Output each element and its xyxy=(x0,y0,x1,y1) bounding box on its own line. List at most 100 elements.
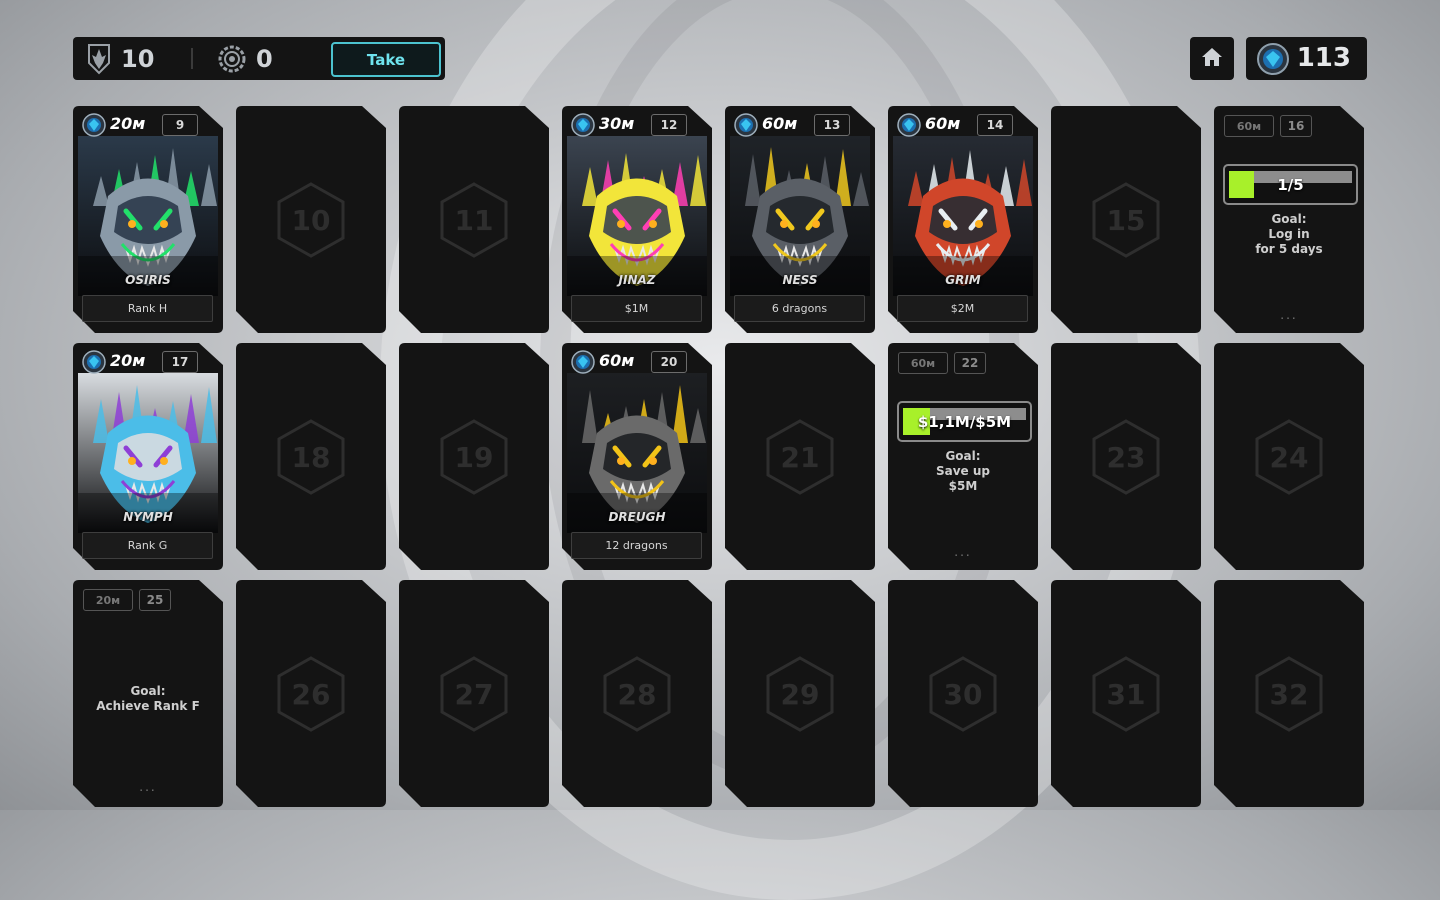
dragon-portrait xyxy=(893,136,1033,296)
dragon-name: NESS xyxy=(782,273,818,287)
resource-bar: 10 0 Take xyxy=(73,37,445,80)
locked-card[interactable]: 18 xyxy=(236,343,386,570)
dragon-portrait xyxy=(78,136,218,296)
more-dots: ... xyxy=(1280,308,1298,322)
locked-card[interactable]: 27 xyxy=(399,580,549,807)
reward-label: Rank G xyxy=(82,532,213,559)
dragon-card[interactable]: 60м 20 DREUGH 12 dragons xyxy=(562,343,712,570)
card-number: 30 xyxy=(943,677,983,711)
card-cost: 60м xyxy=(925,114,961,133)
goal-text: Goal: Achieve Rank F xyxy=(73,684,223,714)
card-index: 17 xyxy=(162,351,198,373)
goal-card[interactable]: 60м 22 $1,1M/$5M Goal: Save up $5M... xyxy=(888,343,1038,570)
token-count-value: 0 xyxy=(256,44,273,73)
more-dots: ... xyxy=(139,780,157,794)
dragon-portrait xyxy=(567,136,707,296)
blue-gem-icon xyxy=(571,113,595,141)
card-number: 18 xyxy=(291,440,331,474)
card-number: 27 xyxy=(454,677,494,711)
reward-label: Rank H xyxy=(82,295,213,322)
locked-card[interactable]: 31 xyxy=(1051,580,1201,807)
card-index: 22 xyxy=(954,352,986,374)
dragon-card[interactable]: 60м 13 NESS 6 dragons xyxy=(725,106,875,333)
card-number: 10 xyxy=(291,203,331,237)
blue-gem-icon xyxy=(734,113,758,141)
blue-gem-icon xyxy=(571,350,595,378)
card-index: 12 xyxy=(651,114,687,136)
token-count: 0 xyxy=(218,37,273,80)
reward-label: 12 dragons xyxy=(571,532,702,559)
locked-card[interactable]: 11 xyxy=(399,106,549,333)
progress-bar: $1,1M/$5M xyxy=(897,401,1032,442)
dragon-card[interactable]: 30м 12 JINAZ $1M xyxy=(562,106,712,333)
dragon-count: 10 xyxy=(87,37,154,80)
blue-gem-icon xyxy=(82,113,106,141)
home-button[interactable] xyxy=(1190,37,1234,80)
gem-balance: 113 xyxy=(1246,37,1367,80)
more-dots: ... xyxy=(954,545,972,559)
dragon-portrait xyxy=(78,373,218,533)
locked-card[interactable]: 32 xyxy=(1214,580,1364,807)
locked-card[interactable]: 28 xyxy=(562,580,712,807)
goal-line: $5M xyxy=(948,479,978,493)
card-cost: 20м xyxy=(110,351,146,370)
card-cost: 30м xyxy=(599,114,635,133)
card-index: 20 xyxy=(651,351,687,373)
goal-text: Goal: Save up $5M xyxy=(888,449,1038,494)
locked-card[interactable]: 10 xyxy=(236,106,386,333)
take-button[interactable]: Take xyxy=(331,42,441,77)
dragon-name: GRIM xyxy=(945,273,981,287)
card-number: 24 xyxy=(1269,440,1309,474)
card-number: 15 xyxy=(1106,203,1146,237)
goal-line: Log in xyxy=(1268,227,1310,241)
card-number: 26 xyxy=(291,677,331,711)
reward-label: $2M xyxy=(897,295,1028,322)
card-number: 23 xyxy=(1106,440,1146,474)
dragon-name: NYMPH xyxy=(123,510,173,524)
dragon-card[interactable]: 20м 9 OSIRIS Rank H xyxy=(73,106,223,333)
goal-label: Goal: xyxy=(1271,212,1307,226)
goal-label: Goal: xyxy=(130,684,166,698)
card-number: 11 xyxy=(454,203,494,237)
goal-line: for 5 days xyxy=(1255,242,1323,256)
card-index: 13 xyxy=(814,114,850,136)
goal-line: Achieve Rank F xyxy=(96,699,200,713)
locked-card[interactable]: 26 xyxy=(236,580,386,807)
card-number: 31 xyxy=(1106,677,1146,711)
locked-card[interactable]: 24 xyxy=(1214,343,1364,570)
locked-card[interactable]: 15 xyxy=(1051,106,1201,333)
home-icon xyxy=(1201,47,1223,71)
locked-card[interactable]: 21 xyxy=(725,343,875,570)
dragon-portrait xyxy=(730,136,870,296)
dragon-name: OSIRIS xyxy=(125,273,171,287)
dragon-card[interactable]: 20м 17 NYMPH Rank G xyxy=(73,343,223,570)
dragon-portrait xyxy=(567,373,707,533)
dragon-card[interactable]: 60м 14 GRIM $2M xyxy=(888,106,1038,333)
locked-card[interactable]: 30 xyxy=(888,580,1038,807)
dragon-name: DREUGH xyxy=(608,510,666,524)
card-cost: 60м xyxy=(762,114,798,133)
progress-bar: 1/5 xyxy=(1223,164,1358,205)
goal-line: Save up xyxy=(935,464,990,478)
goal-card[interactable]: 60м 16 1/5 Goal: Log in for 5 days... xyxy=(1214,106,1364,333)
locked-card[interactable]: 29 xyxy=(725,580,875,807)
reward-label: $1M xyxy=(571,295,702,322)
progress-text: 1/5 xyxy=(1277,175,1304,194)
gem-balance-value: 113 xyxy=(1296,43,1351,73)
card-number: 32 xyxy=(1269,677,1309,711)
gear-coin-icon xyxy=(218,45,246,73)
goal-card[interactable]: 20м 25 Goal: Achieve Rank F... xyxy=(73,580,223,807)
progress-text: $1,1M/$5M xyxy=(917,412,1012,431)
dragon-count-value: 10 xyxy=(121,44,155,73)
goal-text: Goal: Log in for 5 days xyxy=(1214,212,1364,257)
locked-card[interactable]: 23 xyxy=(1051,343,1201,570)
locked-card[interactable]: 19 xyxy=(399,343,549,570)
card-index: 9 xyxy=(162,114,198,136)
goal-label: Goal: xyxy=(945,449,981,463)
blue-gem-icon xyxy=(82,350,106,378)
card-index: 14 xyxy=(977,114,1013,136)
card-number: 21 xyxy=(780,440,820,474)
blue-gem-icon xyxy=(1256,42,1290,80)
card-cost: 60м xyxy=(1224,115,1274,137)
card-number: 28 xyxy=(617,677,657,711)
